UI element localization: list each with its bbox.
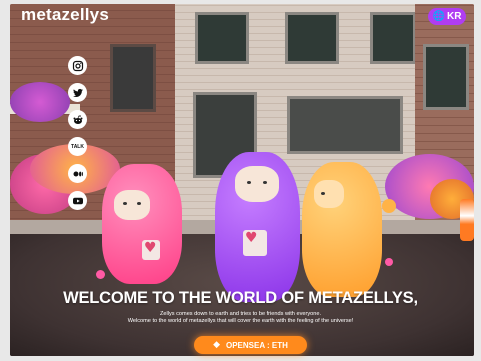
hero-subline: Zellys comes down to earth and tries to … [159, 311, 322, 317]
orange-zelly-character [302, 162, 382, 297]
character-face [114, 190, 150, 220]
floating-orb [385, 258, 393, 266]
zelly-pile [10, 82, 70, 122]
language-toggle-button[interactable]: 🌐 KR [428, 8, 466, 25]
language-label: KR [447, 11, 462, 22]
medium-icon[interactable] [68, 164, 87, 183]
opensea-button[interactable]: ◆ OPENSEA : ETH [194, 336, 307, 354]
pink-zelly-character [102, 164, 182, 284]
hero-headline: WELCOME TO THE WORLD OF METAZELLYS, [63, 289, 418, 307]
heart-badge [243, 230, 267, 256]
purple-zelly-character [215, 152, 300, 302]
globe-icon: 🌐 [432, 11, 445, 22]
ethereum-icon: ◆ [213, 340, 220, 350]
site-logo[interactable]: metazellys [21, 5, 109, 25]
character-face [314, 180, 344, 208]
floating-orb [96, 270, 105, 279]
character-face [235, 166, 279, 202]
hero-subline: Welcome to the world of metazellys that … [127, 318, 354, 324]
talk-icon[interactable]: TALK [68, 137, 87, 156]
building-window [110, 44, 156, 112]
opensea-button-label: OPENSEA : ETH [225, 340, 288, 350]
building-window [195, 12, 249, 64]
building-window [285, 12, 339, 64]
building-window [370, 12, 416, 64]
reddit-icon[interactable] [68, 110, 87, 129]
heart-badge [142, 240, 160, 260]
youtube-icon[interactable] [68, 191, 87, 210]
floating-orb [382, 199, 396, 213]
twitter-icon[interactable] [68, 83, 87, 102]
talk-icon-label: TALK [71, 143, 84, 150]
instagram-icon[interactable] [68, 56, 87, 75]
building-window [287, 96, 403, 154]
building-window [423, 44, 469, 110]
traffic-cone [460, 199, 474, 241]
